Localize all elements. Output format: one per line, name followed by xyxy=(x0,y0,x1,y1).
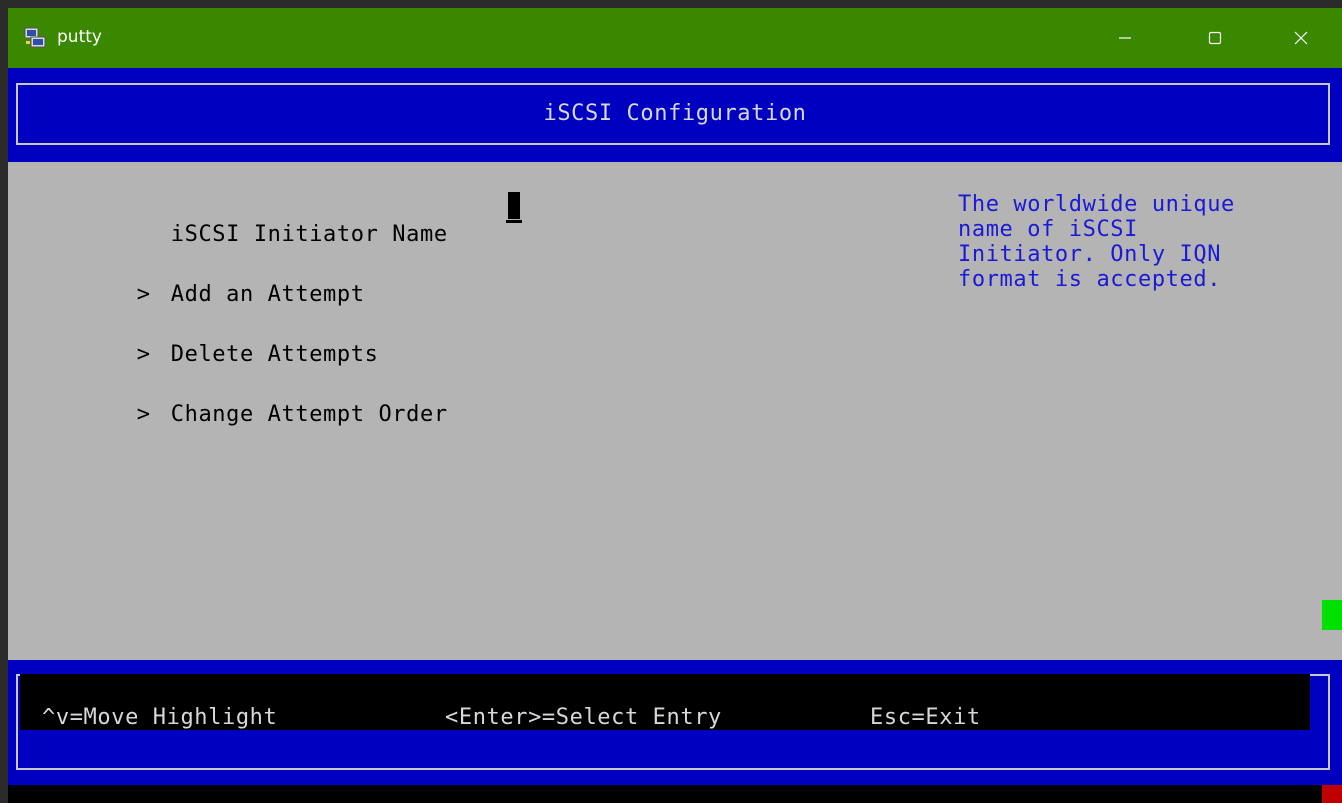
minimize-button[interactable] xyxy=(1096,8,1154,68)
move-highlight-hint: ^v=Move Highlight xyxy=(42,705,278,730)
status-strip xyxy=(8,785,1342,803)
maximize-button[interactable] xyxy=(1186,8,1244,68)
window-title: putty xyxy=(57,27,102,47)
header-frame: iSCSI Configuration xyxy=(16,83,1330,145)
terminal-screen[interactable]: iSCSI Configuration iSCSI Initiator Name… xyxy=(8,68,1342,803)
minimize-icon xyxy=(1119,37,1131,39)
initiator-name-field[interactable] xyxy=(506,220,522,223)
help-text: The worldwide unique name of iSCSI Initi… xyxy=(958,192,1235,292)
menu-item-delete-attempts[interactable]: > Delete Attempts xyxy=(26,310,378,367)
status-marker xyxy=(1322,785,1342,803)
close-button[interactable] xyxy=(1272,8,1330,68)
header-band: iSCSI Configuration xyxy=(8,68,1342,162)
menu-item-label: Add an Attempt xyxy=(170,282,365,307)
submenu-arrow-icon: > xyxy=(136,402,151,427)
menu-item-initiator-name[interactable]: iSCSI Initiator Name xyxy=(26,190,448,247)
footer-band: ^v=Move Highlight <Enter>=Select Entry E… xyxy=(8,660,1342,785)
menu-item-label: Change Attempt Order xyxy=(170,402,448,427)
key-hints-bar: ^v=Move Highlight <Enter>=Select Entry E… xyxy=(20,674,1310,730)
text-cursor[interactable] xyxy=(508,192,520,219)
close-icon xyxy=(1294,31,1308,45)
menu-item-add-attempt[interactable]: > Add an Attempt xyxy=(26,250,365,307)
title-bar[interactable]: putty xyxy=(8,8,1342,68)
page-title: iSCSI Configuration xyxy=(543,101,807,126)
submenu-arrow-icon: > xyxy=(136,342,151,367)
select-entry-hint: <Enter>=Select Entry xyxy=(445,705,722,730)
scroll-indicator xyxy=(1322,600,1342,630)
putty-window: putty iSCSI Configuration iSCSI Initiato… xyxy=(8,8,1342,803)
exit-hint: Esc=Exit xyxy=(870,705,981,730)
form-body: iSCSI Initiator Name > Add an Attempt > De… xyxy=(8,162,1342,660)
menu-item-change-attempt-order[interactable]: > Change Attempt Order xyxy=(26,370,448,427)
putty-icon[interactable] xyxy=(24,27,46,49)
maximize-icon xyxy=(1208,31,1222,45)
menu-item-label: iSCSI Initiator Name xyxy=(170,222,448,247)
submenu-arrow-icon: > xyxy=(136,282,151,307)
menu-item-label: Delete Attempts xyxy=(170,342,379,367)
